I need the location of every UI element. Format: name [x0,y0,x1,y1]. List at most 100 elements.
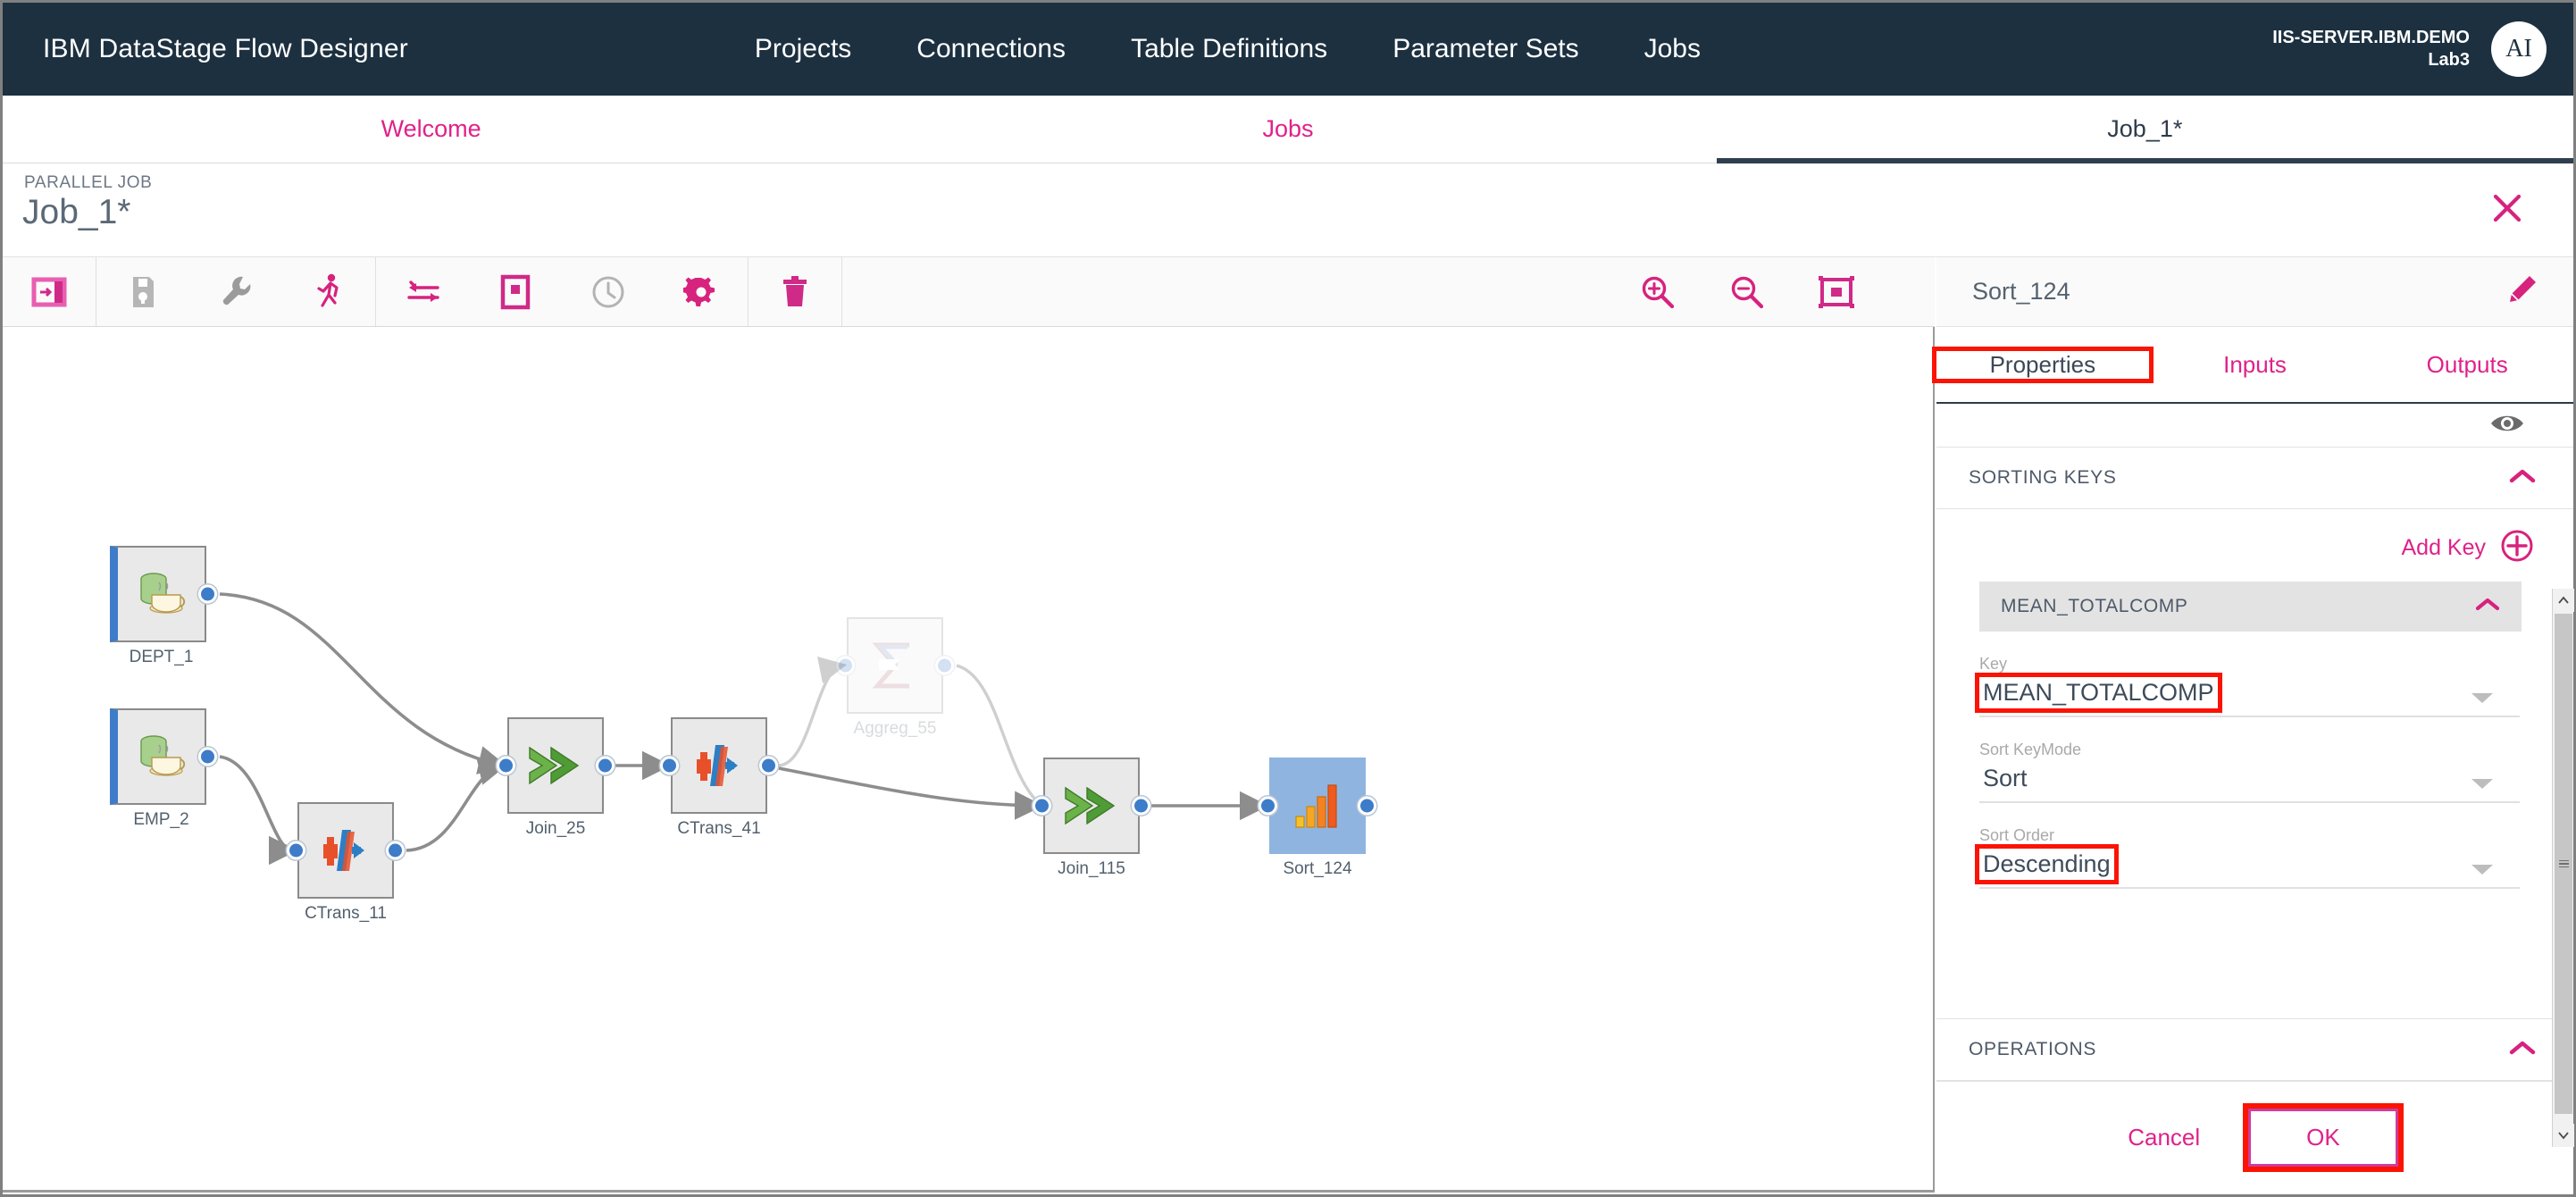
ok-button-highlight: OK [2243,1102,2404,1172]
user-info-area: IIS-SERVER.IBM.DEMO Lab3 AI [2272,3,2547,96]
workspace-tab-strip: Welcome Jobs Job_1* [3,96,2574,163]
canvas-node-join-25[interactable]: Join_25 [497,717,615,838]
tab-job-1[interactable]: Job_1* [1716,96,2574,163]
job-header: PARALLEL JOB Job_1* [3,163,2573,257]
node-input-port[interactable] [1033,796,1051,816]
fit-to-screen-button[interactable] [1792,257,1881,326]
wrench-icon [222,276,251,305]
toolbar-group-palette [3,257,96,326]
chevron-down-icon[interactable] [2471,779,2493,789]
scrollbar-thumb[interactable] [2555,614,2572,1114]
compile-button[interactable] [189,257,282,326]
canvas-node-label: CTrans_41 [677,819,761,838]
flow-links [219,592,1269,866]
node-output-port[interactable] [935,656,954,675]
canvas-node-join-115[interactable]: Join_115 [1033,758,1150,878]
link-icon [407,280,439,302]
node-input-port[interactable] [1259,796,1277,816]
job-flow-canvas[interactable]: DEPT_1 EMP_2 CTrans_11 Join_25 CTrans_41… [3,327,1935,1193]
cancel-button[interactable]: Cancel [2112,1115,2216,1160]
run-button[interactable] [282,257,375,326]
server-name: IIS-SERVER.IBM.DEMO [2272,28,2470,47]
chevron-up-icon[interactable] [2509,1040,2536,1060]
toolbar-group-flow [376,257,749,326]
sorting-keys-body: Add Key MEAN_TOTALCOMP Key MEAN_TOTALCOM… [1936,509,2573,1018]
database-connector-icon [139,735,185,776]
node-output-port[interactable] [1132,796,1150,816]
close-icon[interactable] [2488,188,2527,228]
canvas-node-aggreg-55[interactable]: Aggreg_55 [836,617,954,738]
zoom-out-button[interactable] [1702,257,1792,326]
join-icon [529,746,580,785]
panel-scrollbar[interactable] [2552,589,2574,1147]
eye-icon[interactable] [2489,412,2525,439]
plus-circle-icon[interactable] [2500,529,2534,567]
canvas-node-ctrans-41[interactable]: CTrans_41 [660,717,778,838]
toolbar-group-actions [96,257,376,326]
canvas-node-sort-124[interactable]: Sort_124 [1259,758,1376,878]
zoom-in-icon [1642,276,1675,308]
nav-item-table-definitions[interactable]: Table Definitions [1131,34,1327,64]
pencil-icon[interactable] [2507,274,2538,309]
zoom-in-button[interactable] [1613,257,1702,326]
canvas-node-dept-1[interactable]: DEPT_1 [110,546,217,666]
tab-inputs[interactable]: Inputs [2149,351,2362,379]
schedule-button[interactable] [562,257,655,326]
ok-button[interactable]: OK [2248,1108,2398,1167]
node-input-port[interactable] [497,756,515,775]
node-output-port[interactable] [198,747,217,766]
chevron-up-icon[interactable] [2475,597,2500,616]
chevron-down-icon[interactable] [2471,865,2493,875]
panel-footer: Cancel OK [1936,1081,2573,1193]
node-output-port[interactable] [198,584,217,604]
node-output-port[interactable] [386,841,405,860]
tab-welcome[interactable]: Welcome [3,96,859,163]
nav-item-projects[interactable]: Projects [755,34,851,64]
nav-item-jobs[interactable]: Jobs [1644,34,1701,64]
canvas-node-emp-2[interactable]: EMP_2 [110,708,217,829]
node-output-port[interactable] [759,756,778,775]
annotation-button[interactable] [469,257,562,326]
sort-keymode-select-value[interactable]: Sort [1979,763,2031,794]
chevron-down-icon[interactable] [2471,693,2493,703]
toggle-palette-button[interactable] [3,257,96,326]
canvas-toolbar [3,257,1935,327]
key-select-value[interactable]: MEAN_TOTALCOMP [1975,673,2222,713]
tab-outputs[interactable]: Outputs [2361,351,2573,379]
panel-stage-title: Sort_124 [1972,278,2070,305]
tab-properties[interactable]: Properties [1932,346,2154,383]
node-input-port[interactable] [836,656,855,675]
node-output-port[interactable] [1358,796,1376,816]
lab-name: Lab3 [2428,50,2470,70]
nav-item-connections[interactable]: Connections [916,34,1066,64]
delete-button[interactable] [749,257,841,326]
link-button[interactable] [376,257,469,326]
canvas-node-ctrans-11[interactable]: CTrans_11 [287,802,405,923]
canvas-node-label: DEPT_1 [129,648,194,666]
tab-jobs[interactable]: Jobs [859,96,1716,163]
node-input-port[interactable] [660,756,679,775]
chevron-up-icon[interactable] [2509,468,2536,489]
transformer-icon [697,745,738,786]
sort-order-select-value[interactable]: Descending [1975,844,2119,884]
canvas-node-label: Sort_124 [1283,859,1352,878]
node-input-port[interactable] [287,841,305,860]
section-sorting-keys[interactable]: SORTING KEYS [1936,447,2573,509]
sigma-icon [872,642,909,689]
canvas-node-label: Join_25 [525,819,586,838]
settings-button[interactable] [655,257,748,326]
main-nav-links: Projects Connections Table Definitions P… [755,34,1701,64]
section-operations[interactable]: OPERATIONS [1936,1018,2573,1081]
scroll-up-arrow-icon[interactable] [2553,589,2574,612]
avatar[interactable]: AI [2491,21,2547,77]
scroll-down-arrow-icon[interactable] [2553,1124,2574,1147]
nav-item-parameter-sets[interactable]: Parameter Sets [1393,34,1578,64]
server-info: IIS-SERVER.IBM.DEMO Lab3 [2272,27,2470,71]
add-key-label[interactable]: Add Key [2401,535,2486,561]
sort-key-group-header[interactable]: MEAN_TOTALCOMP [1979,582,2522,632]
canvas-node-label: EMP_2 [133,810,189,829]
field-sort-key-mode: Sort KeyMode Sort [1979,741,2520,803]
sort-key-group-name: MEAN_TOTALCOMP [2001,596,2188,616]
save-button[interactable] [96,257,189,326]
node-output-port[interactable] [596,756,615,775]
